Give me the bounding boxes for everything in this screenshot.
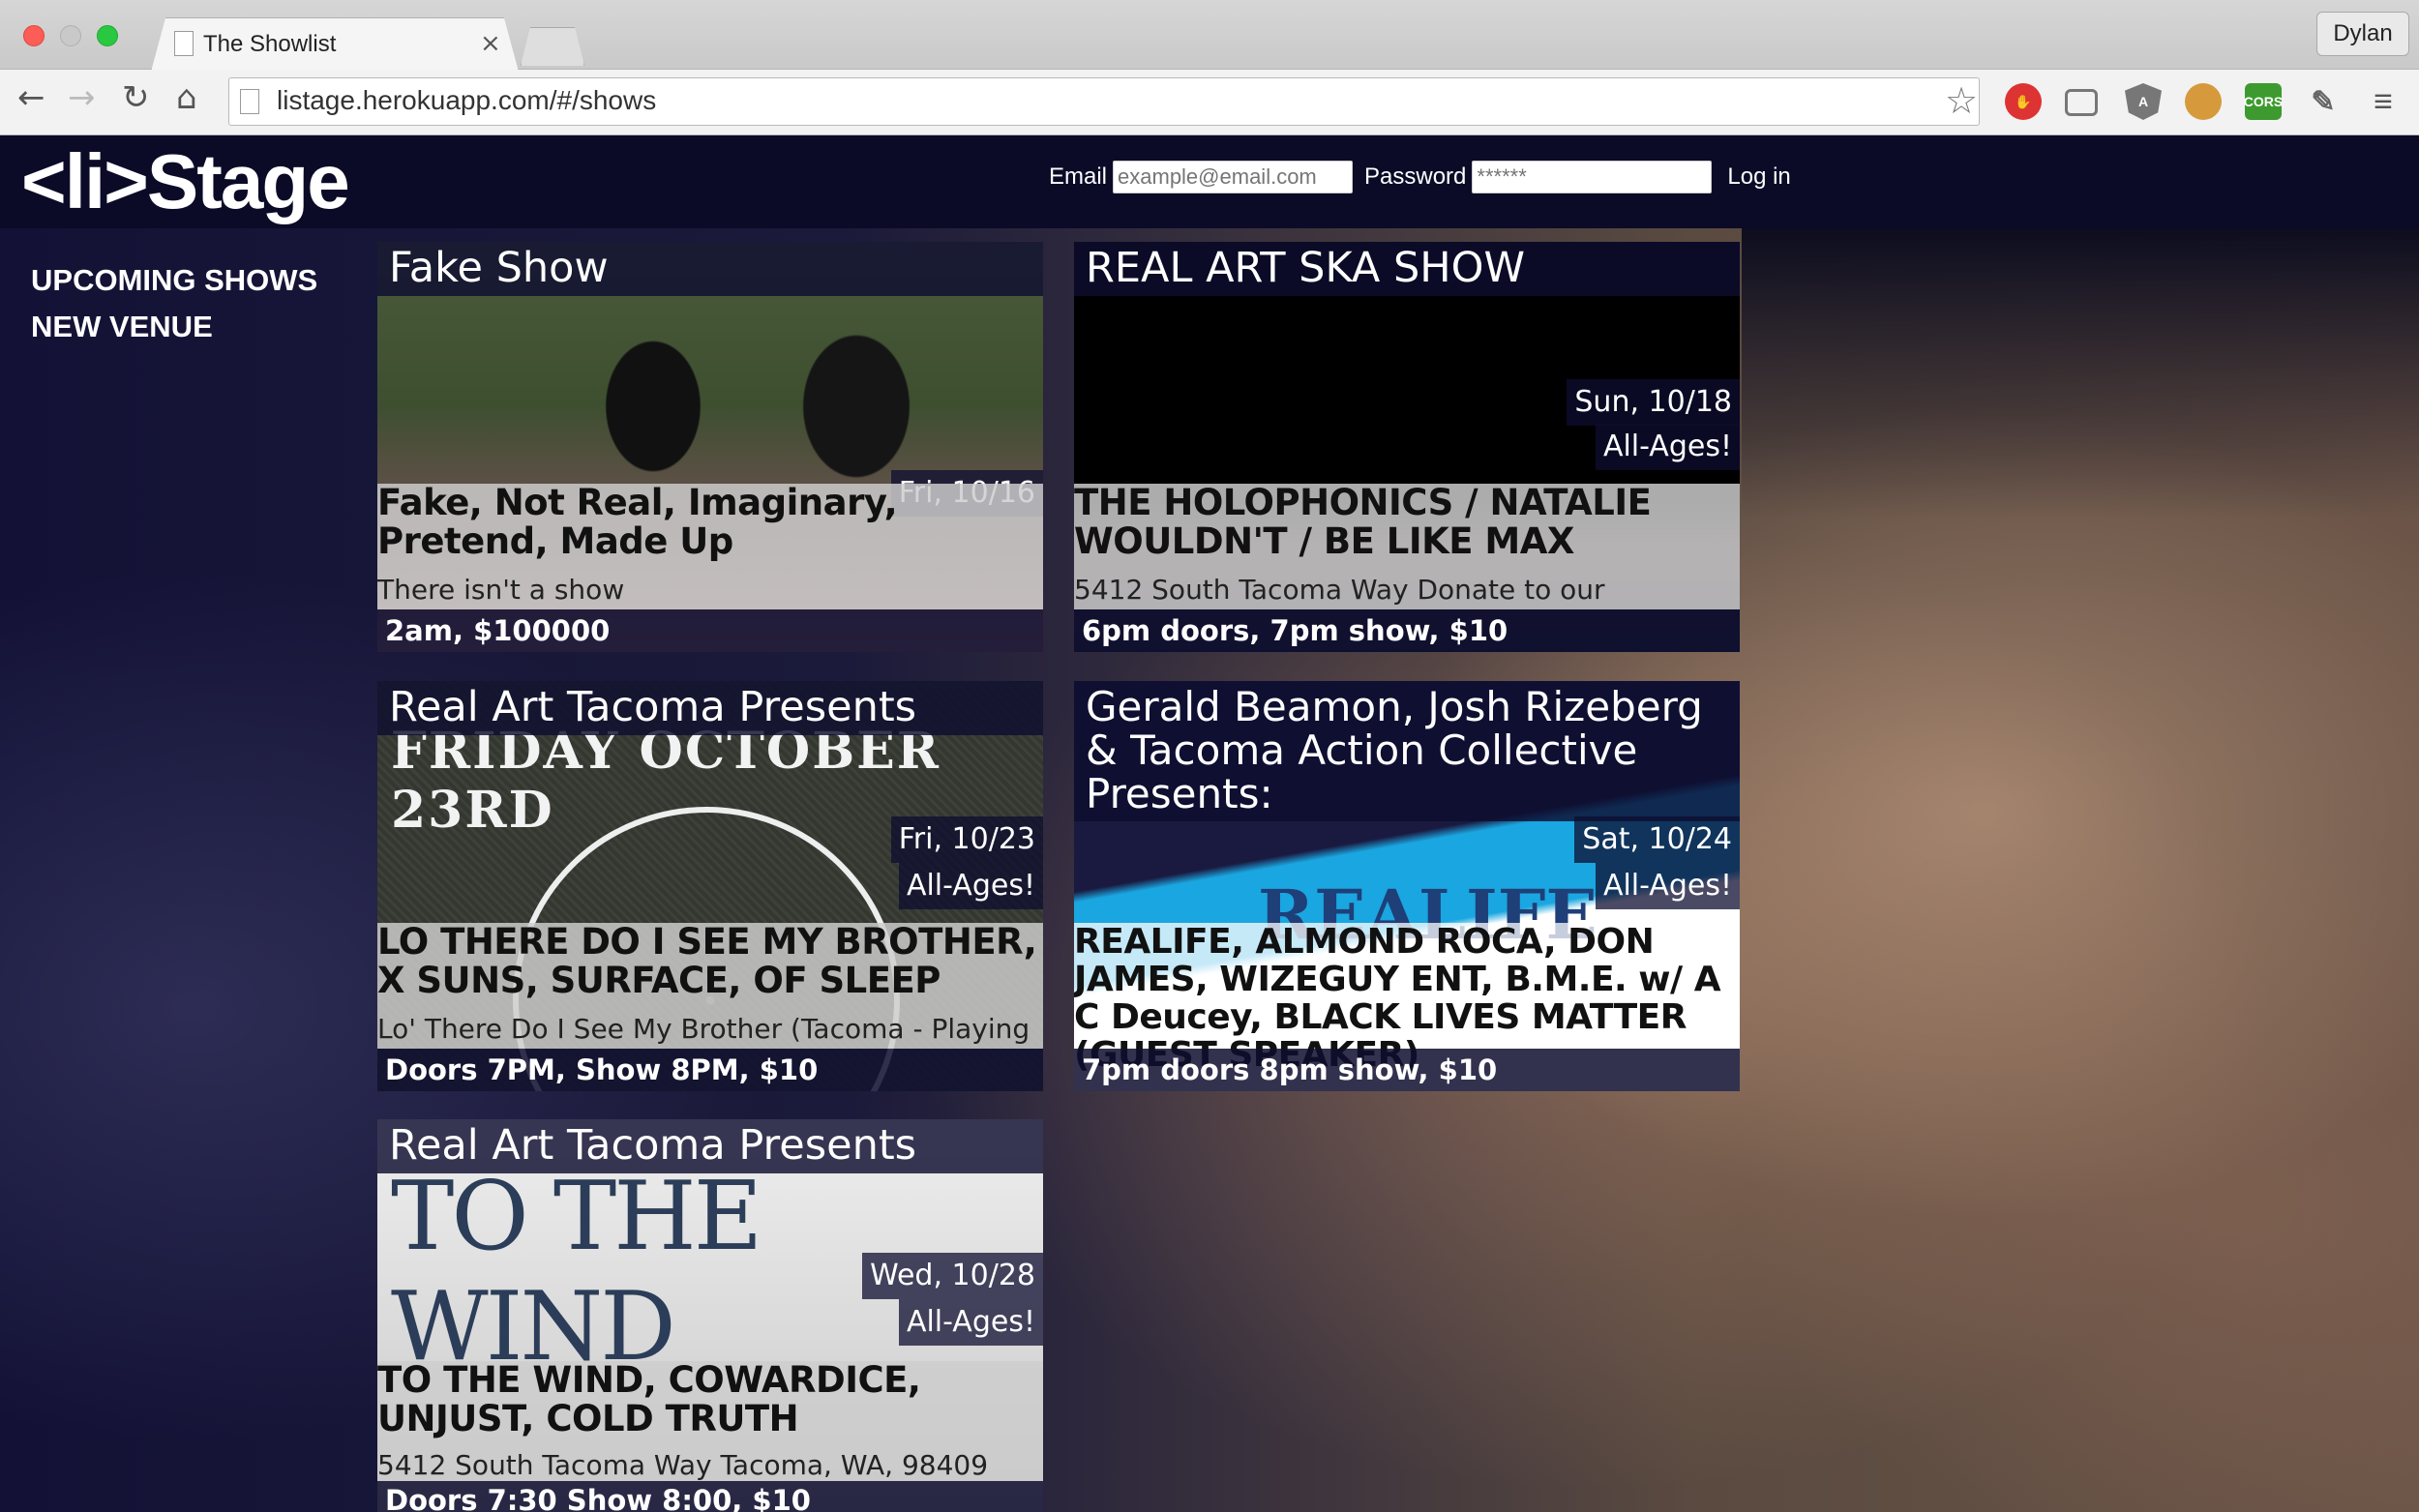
browser-titlebar: The Showlist × Dylan bbox=[0, 0, 2419, 72]
show-title: Fake Show bbox=[377, 242, 1043, 296]
menu-icon[interactable]: ≡ bbox=[2365, 83, 2402, 120]
show-date: Wed, 10/28 bbox=[862, 1253, 1043, 1299]
show-price: 7pm doors 8pm show, $10 bbox=[1074, 1049, 1740, 1091]
show-date: Sat, 10/24 bbox=[1574, 816, 1740, 863]
show-acts: LO THERE DO I SEE MY BROTHER, X SUNS, SU… bbox=[377, 921, 1037, 1001]
eyedropper-icon[interactable]: ✎ bbox=[2305, 83, 2342, 120]
login-button[interactable]: Log in bbox=[1727, 163, 1791, 191]
email-label: Email bbox=[1049, 163, 1108, 190]
show-card[interactable]: FRIDAY OCTOBER 23RD Real Art Tacoma Pres… bbox=[377, 681, 1043, 1091]
password-field[interactable] bbox=[1472, 161, 1713, 193]
profile-button[interactable]: Dylan bbox=[2316, 12, 2409, 56]
show-price: 2am, $100000 bbox=[377, 609, 1043, 652]
show-date: Sun, 10/18 bbox=[1567, 379, 1740, 426]
page-content: <li>Stage Email Password Log in UPCOMING… bbox=[0, 135, 2419, 1512]
bookmark-star-icon[interactable]: ☆ bbox=[1945, 79, 1978, 122]
sidebar-item-new-venue[interactable]: NEW VENUE bbox=[31, 304, 317, 350]
adblock-icon[interactable]: ✋ bbox=[2005, 83, 2042, 120]
cast-icon[interactable] bbox=[2065, 89, 2098, 116]
show-price: 6pm doors, 7pm show, $10 bbox=[1074, 609, 1740, 652]
cookie-icon[interactable] bbox=[2185, 83, 2222, 120]
show-date: Fri, 10/23 bbox=[890, 816, 1043, 863]
cors-icon[interactable]: CORS bbox=[2244, 83, 2283, 120]
tab-close-icon[interactable]: × bbox=[480, 29, 501, 58]
show-description: There isn't a show bbox=[377, 575, 625, 606]
show-acts: TO THE WIND, COWARDICE, UNJUST, COLD TRU… bbox=[377, 1359, 921, 1439]
address-url[interactable]: listage.herokuapp.com/#/shows bbox=[277, 85, 656, 116]
show-description: 5412 South Tacoma Way Donate to our bbox=[1074, 575, 1605, 606]
home-icon[interactable]: ⌂ bbox=[176, 81, 197, 114]
new-tab-button[interactable] bbox=[521, 27, 584, 66]
show-description: Lo' There Do I See My Brother (Tacoma - … bbox=[377, 1014, 1030, 1045]
show-acts: Fake, Not Real, Imaginary, Pretend, Made… bbox=[377, 482, 898, 562]
show-acts: THE HOLOPHONICS / NATALIE WOULDN'T / BE … bbox=[1074, 482, 1652, 562]
back-icon[interactable]: ← bbox=[17, 81, 45, 114]
tab-title: The Showlist bbox=[203, 31, 337, 57]
show-card[interactable]: Fake Show Fri, 10/16 Fake, Not Real, Ima… bbox=[377, 242, 1043, 652]
window-close-button[interactable] bbox=[23, 25, 45, 46]
show-title: Real Art Tacoma Presents bbox=[377, 681, 1043, 735]
show-price: Doors 7PM, Show 8PM, $10 bbox=[377, 1049, 1043, 1091]
window-maximize-button[interactable] bbox=[97, 25, 118, 46]
show-age-badge: All-Ages! bbox=[898, 1299, 1043, 1346]
show-card[interactable]: REAL ART SKA SHOW Sun, 10/18 All-Ages! T… bbox=[1074, 242, 1740, 652]
show-age-badge: All-Ages! bbox=[1595, 424, 1740, 470]
password-label: Password bbox=[1364, 163, 1467, 190]
window-minimize-button[interactable] bbox=[60, 25, 81, 46]
show-title: REAL ART SKA SHOW bbox=[1074, 242, 1740, 296]
site-logo[interactable]: <li>Stage bbox=[21, 135, 350, 228]
show-age-badge: All-Ages! bbox=[1595, 863, 1740, 909]
show-age-badge: All-Ages! bbox=[898, 863, 1043, 909]
show-title: Real Art Tacoma Presents bbox=[377, 1119, 1043, 1173]
show-card[interactable]: TO THE WIND Real Art Tacoma Presents Wed… bbox=[377, 1119, 1043, 1512]
login-form: Email Password Log in bbox=[1049, 157, 1791, 197]
email-field[interactable] bbox=[1113, 161, 1354, 193]
page-icon bbox=[240, 89, 259, 114]
sidebar-item-upcoming-shows[interactable]: UPCOMING SHOWS bbox=[31, 257, 317, 304]
background-shade bbox=[1742, 228, 2419, 519]
forward-icon[interactable]: → bbox=[68, 81, 96, 114]
page-icon bbox=[174, 31, 194, 56]
show-price: Doors 7:30 Show 8:00, $10 bbox=[377, 1481, 1043, 1512]
show-card[interactable]: REALIFE Gerald Beamon, Josh Rizeberg & T… bbox=[1074, 681, 1740, 1091]
show-title: Gerald Beamon, Josh Rizeberg & Tacoma Ac… bbox=[1074, 681, 1740, 821]
show-description: 5412 South Tacoma Way Tacoma, WA, 98409 bbox=[377, 1450, 989, 1481]
sidebar-nav: UPCOMING SHOWS NEW VENUE bbox=[31, 257, 317, 350]
reload-icon[interactable]: ↻ bbox=[122, 81, 150, 114]
